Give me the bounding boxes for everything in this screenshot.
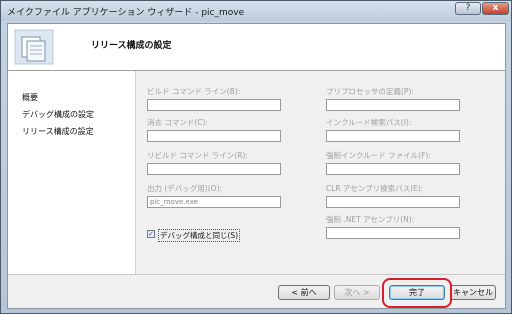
wizard-page-icon (14, 29, 54, 65)
next-button[interactable]: 次へ > (334, 285, 380, 300)
window-title: メイクファイル アプリケーション ウィザード - pic_move (7, 8, 245, 18)
output-input[interactable]: pic_move.exe (147, 196, 281, 208)
sidebar-item-overview[interactable]: 概要 (22, 92, 38, 103)
help-button[interactable]: ? (455, 2, 481, 15)
clean-command-label: 消去 コマンド(C): (147, 118, 208, 127)
finish-highlight-marker (382, 278, 452, 308)
footer-divider (8, 274, 505, 275)
clr-path-label: CLR アセンブリ検索パス(E): (326, 184, 424, 193)
back-button[interactable]: < 前へ (278, 285, 330, 300)
build-command-input[interactable] (147, 99, 281, 111)
sidebar-item-debug-config[interactable]: デバッグ構成の設定 (22, 109, 94, 120)
preprocessor-input[interactable] (326, 99, 460, 111)
same-as-debug-checkbox[interactable]: ✓ (147, 230, 155, 238)
wizard-header: リリース構成の設定 (8, 24, 505, 71)
close-button[interactable]: x (482, 2, 509, 15)
page-title: リリース構成の設定 (91, 41, 172, 51)
title-bar: メイクファイル アプリケーション ウィザード - pic_move ? x (1, 1, 511, 21)
output-label: 出力 (デバッグ用)(O): (147, 184, 223, 193)
include-path-label: インクルード検索パス(I): (326, 118, 412, 127)
include-path-input[interactable] (326, 130, 460, 142)
clean-command-input[interactable] (147, 130, 281, 142)
forced-include-input[interactable] (326, 163, 460, 175)
forced-net-input[interactable] (326, 227, 460, 239)
wizard-client-area: リリース構成の設定 概要 デバッグ構成の設定 リリース構成の設定 ビルド コマン… (7, 23, 506, 309)
rebuild-command-input[interactable] (147, 163, 281, 175)
build-command-label: ビルド コマンド ライン(B): (147, 87, 241, 96)
same-as-debug-label[interactable]: デバッグ構成と同じ(S) (158, 229, 241, 242)
rebuild-command-label: リビルド コマンド ライン(R): (147, 151, 248, 160)
sidebar-item-release-config[interactable]: リリース構成の設定 (22, 126, 94, 137)
preprocessor-label: プリプロセッサの定義(P): (326, 87, 414, 96)
clr-path-input[interactable] (326, 196, 460, 208)
forced-net-label: 強制 .NET アセンブリ(N): (326, 215, 415, 224)
wizard-window: メイクファイル アプリケーション ウィザード - pic_move ? x リリ… (0, 0, 512, 314)
forced-include-label: 強制インクルード ファイル(F): (326, 151, 431, 160)
wizard-sidebar: 概要 デバッグ構成の設定 リリース構成の設定 (8, 71, 136, 274)
cancel-button[interactable]: キャンセル (450, 285, 496, 300)
